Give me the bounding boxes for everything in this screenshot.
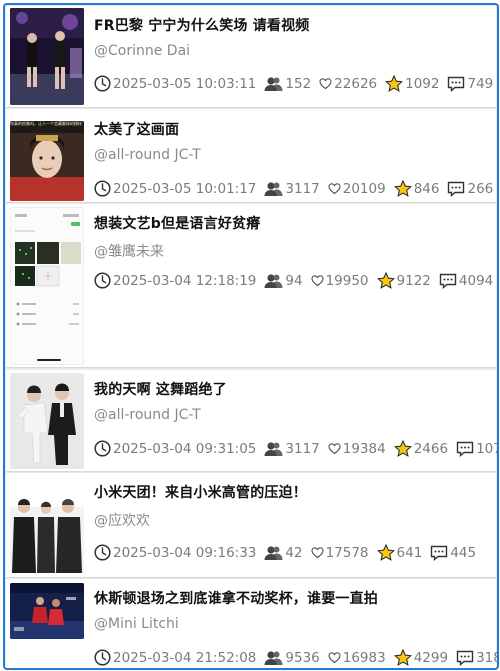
video-stats: 2025-03-04 09:31:05 3117 19384 2466 1074 (94, 440, 497, 457)
heart-icon[interactable] (311, 274, 324, 287)
comment-icon[interactable] (456, 650, 474, 666)
clock-icon (94, 180, 111, 197)
video-title[interactable]: 想装文艺b但是语言好贫瘠 (94, 213, 260, 233)
star-icon[interactable] (376, 544, 395, 561)
people-icon (264, 181, 283, 196)
video-thumbnail[interactable]: 你真的很美吗，让人一个会藏雕琢的模样 (10, 121, 84, 201)
video-stats: 2025-03-05 10:01:17 3117 20109 846 266 (94, 180, 497, 197)
star-icon[interactable] (376, 272, 395, 289)
favorite-count: 4299 (413, 649, 449, 666)
video-thumbnail[interactable] (10, 477, 84, 573)
play-count: 3117 (285, 440, 320, 457)
people-icon (264, 76, 283, 91)
feed-card[interactable]: 我的天啊 这舞蹈绝了 @all-round JC-T 2025-03-04 09… (6, 370, 497, 472)
heart-icon[interactable] (328, 651, 341, 664)
video-author[interactable]: @Corinne Dai (94, 43, 190, 59)
video-author[interactable]: @Mini Litchi (94, 616, 179, 632)
feed-card[interactable]: 想装文艺b但是语言好贫瘠 @雏鹰未来 2025-03-04 12:18:19 9… (6, 204, 496, 368)
publish-time: 2025-03-04 09:16:33 (113, 544, 257, 561)
video-title[interactable]: 太美了这画面 (94, 119, 179, 139)
publish-time: 2025-03-05 10:01:17 (113, 180, 257, 197)
heart-icon[interactable] (328, 442, 341, 455)
comment-icon[interactable] (447, 76, 465, 92)
like-count: 22626 (334, 75, 378, 92)
video-title[interactable]: 休斯顿退场之到底谁拿不动奖杯，谁要一直拍 (94, 588, 378, 608)
video-stats: 2025-03-04 21:52:08 9536 16983 4299 318 (94, 649, 497, 666)
clock-icon (94, 544, 111, 561)
favorite-count: 1092 (405, 75, 440, 92)
video-title[interactable]: 我的天啊 这舞蹈绝了 (94, 379, 227, 399)
video-thumbnail[interactable] (10, 8, 84, 105)
star-icon[interactable] (393, 440, 412, 457)
video-author[interactable]: @all-round JC-T (94, 407, 201, 423)
people-icon (264, 441, 283, 456)
like-count: 19950 (325, 272, 369, 289)
video-title[interactable]: FR巴黎 宁宁为什么笑场 请看视频 (94, 15, 310, 35)
play-count: 3117 (285, 180, 320, 197)
play-count: 94 (285, 272, 303, 289)
video-stats: 2025-03-05 10:03:11 152 22626 1092 749 (94, 75, 497, 92)
heart-icon[interactable] (328, 182, 341, 195)
video-stats: 2025-03-04 09:16:33 42 17578 641 445 (94, 544, 484, 561)
like-count: 17578 (325, 544, 369, 561)
favorite-count: 9122 (396, 272, 431, 289)
star-icon[interactable] (385, 75, 404, 92)
comment-count: 749 (467, 75, 494, 92)
thumbnail-caption: 你真的很美吗，让人一个会藏雕琢的模样 (10, 121, 82, 126)
video-stats: 2025-03-04 12:18:19 94 19950 9122 4094 (94, 272, 497, 289)
publish-time: 2025-03-04 09:31:05 (113, 440, 257, 457)
favorite-count: 846 (413, 180, 440, 197)
publish-time: 2025-03-04 21:52:08 (113, 649, 257, 666)
video-thumbnail[interactable] (10, 583, 84, 639)
video-title[interactable]: 小米天团！来自小米高管的压迫！ (94, 482, 307, 502)
video-author[interactable]: @雏鹰未来 (94, 241, 164, 261)
comment-count: 4094 (458, 272, 494, 289)
star-icon[interactable] (393, 649, 412, 666)
comment-icon[interactable] (430, 545, 448, 561)
play-count: 42 (285, 544, 303, 561)
publish-time: 2025-03-04 12:18:19 (113, 272, 257, 289)
like-count: 16983 (342, 649, 386, 666)
people-icon (264, 545, 283, 560)
heart-icon[interactable] (319, 77, 332, 90)
like-count: 19384 (342, 440, 386, 457)
star-icon[interactable] (393, 180, 412, 197)
play-count: 152 (285, 75, 312, 92)
video-author[interactable]: @应欢欢 (94, 510, 150, 530)
people-icon (264, 650, 283, 665)
feed-card[interactable]: FR巴黎 宁宁为什么笑场 请看视频 @Corinne Dai 2025-03-0… (6, 6, 496, 108)
clock-icon (94, 440, 111, 457)
favorite-count: 641 (396, 544, 423, 561)
clock-icon (94, 649, 111, 666)
video-author[interactable]: @all-round JC-T (94, 147, 201, 163)
comment-count: 445 (450, 544, 477, 561)
favorite-count: 2466 (413, 440, 449, 457)
comment-icon[interactable] (439, 273, 457, 289)
video-feed-list: FR巴黎 宁宁为什么笑场 请看视频 @Corinne Dai 2025-03-0… (3, 3, 499, 670)
comment-icon[interactable] (447, 181, 465, 197)
comment-count: 318 (476, 649, 497, 666)
video-thumbnail[interactable] (10, 373, 84, 469)
video-thumbnail[interactable] (10, 207, 84, 365)
heart-icon[interactable] (311, 546, 324, 559)
clock-icon (94, 75, 111, 92)
comment-count: 1074 (476, 440, 497, 457)
clock-icon (94, 272, 111, 289)
feed-card[interactable]: 你真的很美吗，让人一个会藏雕琢的模样 太美了这画面 @all-round JC-… (6, 109, 496, 203)
play-count: 9536 (285, 649, 320, 666)
people-icon (264, 273, 283, 288)
comment-icon[interactable] (456, 441, 474, 457)
feed-card[interactable]: 休斯顿退场之到底谁拿不动奖杯，谁要一直拍 @Mini Litchi 2025-0… (6, 579, 497, 668)
comment-count: 266 (467, 180, 494, 197)
publish-time: 2025-03-05 10:03:11 (113, 75, 257, 92)
like-count: 20109 (342, 180, 386, 197)
feed-card[interactable]: 小米天团！来自小米高管的压迫！ @应欢欢 2025-03-04 09:16:33… (6, 473, 496, 578)
